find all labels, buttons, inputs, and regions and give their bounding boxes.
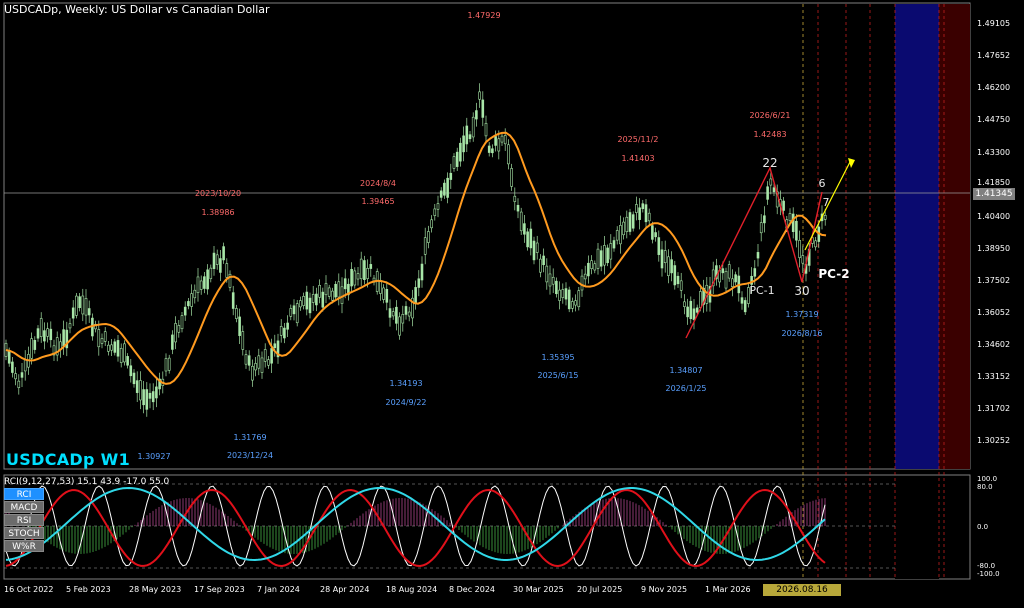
high-label-price: 1.42483 <box>753 130 786 139</box>
price-tick: 1.38950 <box>977 244 1010 253</box>
low-label-date: 2023/12/24 <box>227 451 273 460</box>
wave-label: 6 <box>819 177 826 190</box>
future-zone-dark <box>939 4 970 469</box>
price-chart[interactable]: 2023/10/20 1.38986 2024/8/4 1.39465 1.47… <box>0 0 1024 600</box>
time-tick: 28 Apr 2024 <box>320 585 369 594</box>
osc-future-zone <box>895 476 939 579</box>
time-axis[interactable]: 16 Oct 2022 5 Feb 2023 28 May 2023 17 Se… <box>4 585 751 594</box>
price-tick: 1.31702 <box>977 404 1010 413</box>
osc-level-label: -100.0 <box>977 570 1000 578</box>
osc-level-label: 0.0 <box>977 523 988 531</box>
osc-level-label: -80.0 <box>977 562 995 570</box>
wave-label: PC-2 <box>818 267 849 281</box>
low-label-price: 1.30927 <box>137 452 170 461</box>
time-tick: 16 Oct 2022 <box>4 585 53 594</box>
wave-label: 7 <box>823 196 830 209</box>
price-tick: 1.37502 <box>977 276 1010 285</box>
time-tick: 18 Aug 2024 <box>386 585 437 594</box>
symbol-watermark: USDCADp W1 <box>6 450 131 469</box>
time-tick: 7 Jan 2024 <box>257 585 300 594</box>
price-tick: 1.34602 <box>977 340 1010 349</box>
future-zone <box>895 4 939 469</box>
low-label-price: 1.35395 <box>541 353 574 362</box>
stoch-button[interactable]: STOCH <box>4 527 44 539</box>
high-label-date: 2026/6/21 <box>749 111 790 120</box>
high-label-date: 2023/10/20 <box>195 189 241 198</box>
time-tick: 5 Feb 2023 <box>66 585 111 594</box>
rsi-button[interactable]: RSI <box>4 514 44 526</box>
high-label-price: 1.47929 <box>467 11 500 20</box>
time-tick: 28 May 2023 <box>129 585 181 594</box>
time-tick: 1 Mar 2026 <box>705 585 751 594</box>
price-tick: 1.36052 <box>977 308 1010 317</box>
chart-title: USDCADp, Weekly: US Dollar vs Canadian D… <box>4 3 270 16</box>
time-tick: 17 Sep 2023 <box>194 585 245 594</box>
macd-button[interactable]: MACD <box>4 501 44 513</box>
price-tick: 1.33152 <box>977 372 1010 381</box>
price-tick: 1.47652 <box>977 51 1010 60</box>
wpr-button[interactable]: W%R <box>4 540 44 552</box>
price-tick: 1.43300 <box>977 148 1010 157</box>
high-label-date: 2025/11/2 <box>617 135 658 144</box>
time-tick: 9 Nov 2025 <box>641 585 687 594</box>
price-tick: 1.44750 <box>977 115 1010 124</box>
price-tick: 1.40400 <box>977 212 1010 221</box>
osc-level-label: 100.0 <box>977 475 997 483</box>
crosshair-time-label: 2026.08.16 00:00 <box>763 584 841 607</box>
low-label-price: 1.37319 <box>785 310 818 319</box>
high-label-price: 1.38986 <box>201 208 234 217</box>
low-label-date: 2026/8/16 <box>781 329 822 338</box>
low-label-date: 2025/6/15 <box>537 371 578 380</box>
price-tick: 1.46200 <box>977 83 1010 92</box>
price-axis[interactable]: 1.49105 1.47652 1.46200 1.44750 1.43300 … <box>977 19 1010 445</box>
osc-level-label: 80.0 <box>977 483 993 491</box>
chart-terminal[interactable]: 2023/10/20 1.38986 2024/8/4 1.39465 1.47… <box>0 0 1024 607</box>
rci-button[interactable]: RCI <box>4 488 44 500</box>
time-tick: 30 Mar 2025 <box>513 585 564 594</box>
high-label-price: 1.39465 <box>361 197 394 206</box>
low-label-date: 2026/1/25 <box>665 384 706 393</box>
wave-label: 22 <box>762 156 777 170</box>
time-tick: 20 Jul 2025 <box>577 585 622 594</box>
low-label-price: 1.34807 <box>669 366 702 375</box>
current-price-tag: 1.41345 <box>973 188 1015 200</box>
low-label-price: 1.31769 <box>233 433 266 442</box>
wave-label: 30 <box>794 284 809 298</box>
wave-label: PC-1 <box>749 284 774 297</box>
low-label-price: 1.34193 <box>389 379 422 388</box>
moving-average-line <box>5 131 827 385</box>
time-tick: 8 Dec 2024 <box>449 585 495 594</box>
price-tick: 1.49105 <box>977 19 1010 28</box>
price-tick: 1.41850 <box>977 178 1010 187</box>
low-label-date: 2024/9/22 <box>385 398 426 407</box>
high-label-date: 2024/8/4 <box>360 179 396 188</box>
candles <box>4 83 827 417</box>
oscillator-header: RCI(9,12,27,53) 15.1 43.9 -17.0 55.0 <box>4 477 170 487</box>
price-tick: 1.30252 <box>977 436 1010 445</box>
high-label-price: 1.41403 <box>621 154 654 163</box>
